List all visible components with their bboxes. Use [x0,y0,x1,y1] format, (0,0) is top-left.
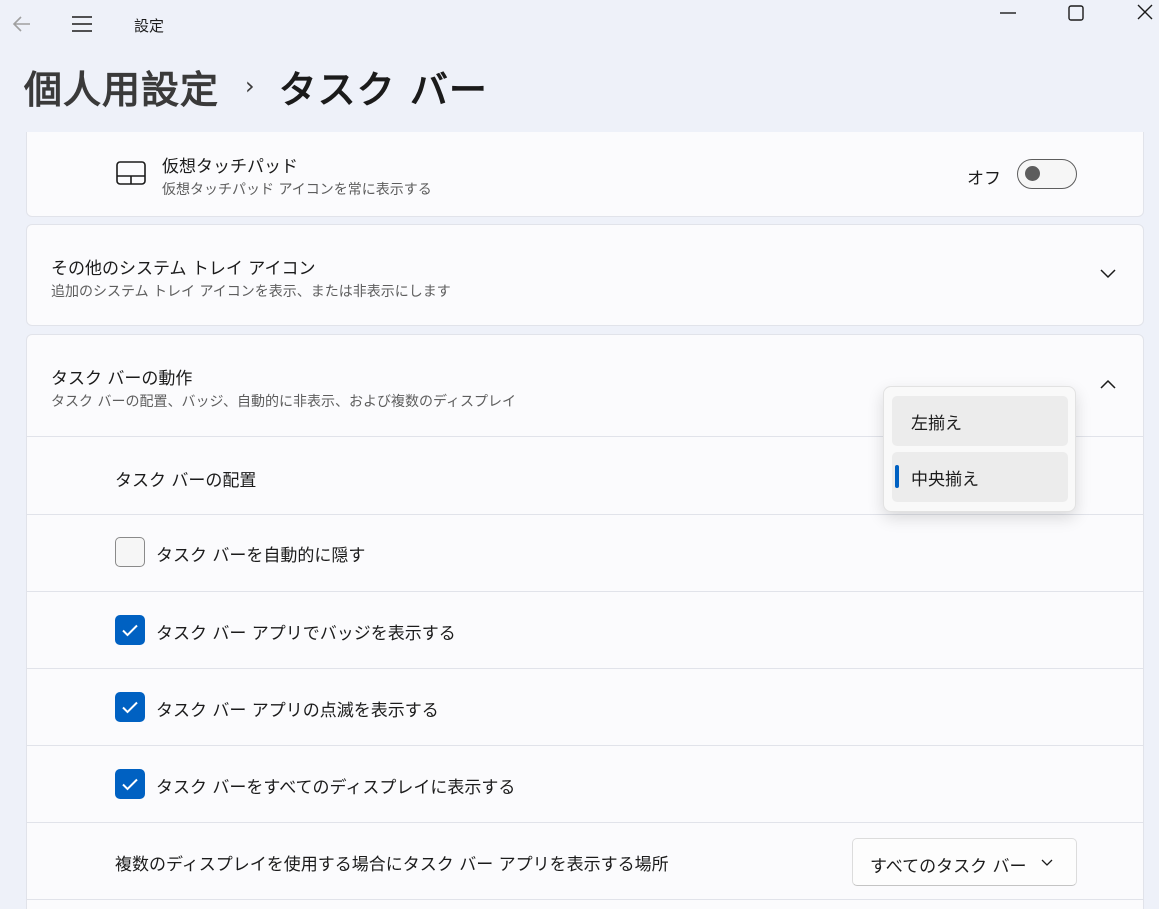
toggle-state-label: オフ [967,169,1001,189]
auto-hide-label: タスク バーを自動的に隠す [156,546,366,566]
taskbar-alignment-label: タスク バーの配置 [115,471,257,491]
other-tray-icons-card[interactable]: その他のシステム トレイ アイコン 追加のシステム トレイ アイコンを表示、また… [26,224,1144,326]
multi-display-dropdown-value: すべてのタスク バー [870,857,1027,877]
badges-label: タスク バー アプリでバッジを表示する [156,624,456,644]
virtual-touchpad-subtitle: 仮想タッチパッド アイコンを常に表示する [162,182,432,198]
flashing-label: タスク バー アプリの点滅を表示する [156,701,439,721]
multi-display-dropdown[interactable]: すべてのタスク バー [852,838,1077,886]
minimize-icon[interactable] [996,2,1020,24]
toggle-knob [1025,166,1040,181]
virtual-touchpad-title: 仮想タッチパッド [162,157,298,177]
checkmark-icon [122,778,138,791]
window-title: 設定 [134,17,165,35]
auto-hide-checkbox[interactable] [115,537,145,567]
chevron-up-icon[interactable] [1097,375,1119,393]
flyout-item-center-label: 中央揃え [911,470,979,490]
flyout-item-left[interactable]: 左揃え [892,396,1068,446]
maximize-icon[interactable] [1064,2,1088,24]
checkbox-row-auto-hide: タスク バーを自動的に隠す [26,515,1144,592]
taskbar-behavior-subtitle: タスク バーの配置、バッジ、自動的に非表示、および複数のディスプレイ [51,394,517,410]
checkmark-icon [122,624,138,637]
other-tray-icons-title: その他のシステム トレイ アイコン [51,259,316,279]
chevron-down-icon[interactable] [1097,265,1119,283]
breadcrumb-separator-icon: › [245,72,255,100]
page-title: タスク バー [278,67,488,112]
back-arrow-icon[interactable] [10,12,34,36]
chevron-down-icon [1039,855,1055,869]
close-icon[interactable] [1133,2,1157,24]
taskbar-alignment-flyout: 左揃え 中央揃え [883,386,1076,512]
other-tray-icons-subtitle: 追加のシステム トレイ アイコンを表示、または非表示にします [51,284,451,300]
checkbox-row-flashing: タスク バー アプリの点滅を表示する [26,669,1144,746]
checkbox-row-all-displays: タスク バーをすべてのディスプレイに表示する [26,746,1144,823]
virtual-touchpad-toggle[interactable] [1017,159,1077,189]
taskbar-behavior-title: タスク バーの動作 [51,369,193,389]
all-displays-checkbox[interactable] [115,769,145,799]
checkmark-icon [122,701,138,714]
touchpad-icon [115,160,147,186]
flyout-item-center[interactable]: 中央揃え [892,452,1068,502]
multi-display-row: 複数のディスプレイを使用する場合にタスク バー アプリを表示する場所 すべてのタ… [26,823,1144,900]
hamburger-menu-icon[interactable] [70,12,94,36]
virtual-touchpad-card: 仮想タッチパッド 仮想タッチパッド アイコンを常に表示する オフ [26,132,1144,217]
settings-content[interactable]: 仮想タッチパッド 仮想タッチパッド アイコンを常に表示する オフ その他のシステ… [0,132,1159,909]
breadcrumb-parent[interactable]: 個人用設定 [24,59,219,114]
badges-checkbox[interactable] [115,615,145,645]
title-bar: 設定 [0,0,1159,50]
all-displays-label: タスク バーをすべてのディスプレイに表示する [156,778,516,798]
flashing-checkbox[interactable] [115,692,145,722]
multi-display-label: 複数のディスプレイを使用する場合にタスク バー アプリを表示する場所 [115,855,669,875]
next-setting-row [26,900,1144,909]
flyout-item-left-label: 左揃え [911,414,962,434]
checkbox-row-badges: タスク バー アプリでバッジを表示する [26,592,1144,669]
selection-indicator [895,465,899,488]
breadcrumb: 個人用設定 › タスク バー [24,58,488,114]
